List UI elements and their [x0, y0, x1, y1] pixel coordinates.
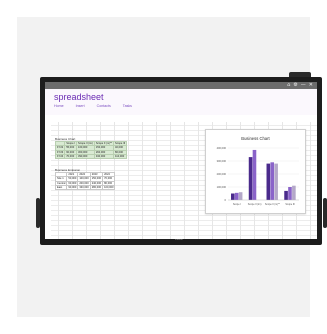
data-table: 2021 2022 2023 2024 Site 1 50,000 100,00… — [54, 171, 116, 191]
minimize-icon[interactable]: — — [301, 82, 306, 89]
gear-icon[interactable]: ⚙ — [293, 82, 297, 89]
app-title: spreadsheet — [54, 92, 104, 102]
table-row: East 90,000 330,000 280,000 100,000 — [54, 184, 116, 191]
column-header-row — [45, 116, 317, 122]
table-cell[interactable]: 60,000 — [66, 180, 79, 186]
table-cell[interactable]: 200,000 — [77, 180, 91, 186]
table-cell[interactable]: 280,000 — [89, 184, 104, 191]
x-tick-label: Scope I — [233, 203, 241, 206]
x-tick-label: Scope II (m)** — [265, 203, 280, 206]
bar-chart: Business Chart 400,000 300,000 200,000 100,0… — [217, 136, 299, 206]
business-chart-table: Business Chart Scope I Scope II (tm) Sco… — [54, 137, 128, 160]
app-menu: Home Insert Contacts Tasks — [54, 104, 132, 109]
bar — [270, 162, 275, 200]
bar — [292, 185, 296, 200]
table-cell[interactable]: 110,000 — [113, 153, 128, 160]
bar — [238, 192, 243, 200]
monitor-screen: ⌂ ⚙ — ✕ spreadsheet Home Insert Contacts… — [45, 82, 317, 239]
table-cell[interactable]: 50,000 — [66, 176, 79, 182]
y-tick-label: 400,000 — [217, 146, 227, 150]
bar — [231, 193, 235, 200]
chart-panel[interactable]: Business Chart 400,000 300,000 200,000 100,0… — [205, 129, 306, 214]
y-tick-label: 300,000 — [217, 159, 227, 163]
y-tick-label: 100,000 — [217, 185, 227, 189]
window-titlebar: ⌂ ⚙ — ✕ — [45, 82, 317, 89]
x-tick-label: Scope III — [285, 203, 295, 206]
table-cell[interactable]: 150,000 — [89, 176, 104, 182]
table-row: Central 60,000 200,000 240,000 80,000 — [54, 180, 116, 186]
x-tick-label: Scope II (tm) — [248, 203, 262, 206]
y-tick-label: 0 — [225, 198, 227, 202]
bar — [288, 187, 292, 200]
bar — [274, 163, 278, 200]
menu-item-home[interactable]: Home — [54, 104, 64, 109]
table-cell[interactable]: 390,000 — [76, 153, 95, 160]
table-cell[interactable]: FY24 — [54, 153, 66, 160]
table-cell[interactable]: 100,000 — [102, 184, 116, 191]
bar — [248, 157, 253, 200]
bar — [284, 190, 288, 200]
table-row: FY24 70,000 390,000 340,000 110,000 — [54, 153, 128, 160]
table-cell[interactable]: 70,000 — [64, 153, 77, 160]
chart-title: Business Chart — [241, 136, 270, 141]
data-table: Scope I Scope II (tm) Scope II (m)** Sco… — [54, 140, 128, 160]
menu-item-contacts[interactable]: Contacts — [97, 104, 111, 109]
y-tick-label: 200,000 — [217, 172, 227, 176]
table-cell[interactable]: 240,000 — [89, 180, 104, 186]
close-icon[interactable]: ✕ — [309, 82, 313, 89]
bar — [234, 192, 239, 200]
window-controls: ⌂ ⚙ — ✕ — [287, 82, 313, 89]
menu-item-insert[interactable]: Insert — [76, 104, 85, 109]
left-handle — [36, 198, 40, 228]
bar — [252, 149, 257, 200]
home-icon[interactable]: ⌂ — [287, 82, 290, 89]
table-cell[interactable]: 330,000 — [77, 184, 91, 191]
table-cell[interactable]: East — [54, 184, 68, 191]
table-cell[interactable]: Central — [54, 180, 68, 186]
right-handle — [323, 198, 327, 228]
table-cell[interactable]: 90,000 — [66, 184, 79, 191]
menu-item-tasks[interactable]: Tasks — [123, 104, 132, 109]
business-emission-table: Business Emission 2021 2022 2023 2024 Si… — [54, 168, 116, 191]
row-header-column — [45, 122, 51, 239]
table-cell[interactable]: 100,000 — [77, 176, 91, 182]
table-cell[interactable]: 340,000 — [93, 153, 115, 160]
bar — [266, 163, 271, 200]
